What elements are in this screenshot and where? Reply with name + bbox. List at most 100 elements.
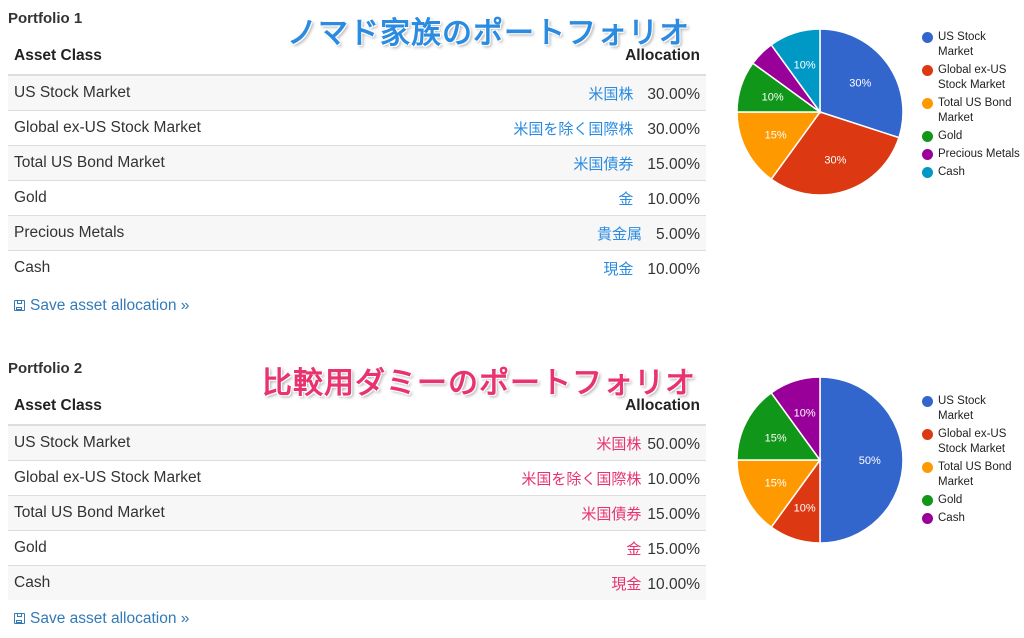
save-asset-allocation-link[interactable]: Save asset allocation » (14, 610, 189, 628)
japanese-annotation: 現金 (603, 259, 634, 278)
allocation-cell: 現金 10.00% (364, 565, 706, 600)
legend-swatch-icon (922, 495, 933, 506)
allocation-value: 15.00% (647, 540, 700, 558)
legend-swatch-icon (922, 429, 933, 440)
slice-label: 30% (849, 78, 871, 90)
slice-label: 15% (765, 432, 787, 444)
table-row: Total US Bond Market 米国債券 15.00% (8, 495, 706, 531)
table-row: US Stock Market 米国株 50.00% (8, 424, 706, 461)
table-header-row: Asset Class Allocation (8, 38, 706, 76)
allocation-cell: 米国株 30.00% (357, 74, 706, 111)
pie-chart: 50% 10% 15% 15% 10% (736, 376, 904, 544)
slice-label: 30% (824, 154, 846, 166)
legend-item: Total US Bond Market (922, 460, 1022, 490)
legend-item: Gold (922, 129, 1022, 144)
japanese-annotation: 金 (626, 539, 642, 558)
table-row: US Stock Market 米国株 30.00% (8, 74, 706, 111)
legend-swatch-icon (922, 462, 933, 473)
asset-name: Precious Metals (8, 215, 358, 251)
allocation-table: Asset Class Allocation US Stock Market 米国… (8, 38, 706, 285)
allocation-cell: 金 10.00% (357, 180, 706, 216)
asset-name: US Stock Market (8, 74, 358, 111)
table-row: Precious Metals 貴金属 5.00% (8, 215, 706, 251)
save-asset-allocation-link[interactable]: Save asset allocation » (14, 297, 189, 315)
allocation-value: 10.00% (647, 260, 700, 278)
allocation-value: 10.00% (647, 575, 700, 593)
legend-item: Cash (922, 511, 1022, 526)
portfolio-title: Portfolio 2 (8, 360, 83, 377)
asset-name: Gold (8, 180, 358, 216)
japanese-annotation: 米国を除く国際株 (513, 119, 634, 138)
legend-item: Total US Bond Market (922, 96, 1022, 126)
allocation-value: 15.00% (647, 505, 700, 523)
asset-name: Total US Bond Market (8, 495, 365, 531)
slice-label: 10% (794, 408, 816, 420)
legend-label: Total US Bond Market (938, 461, 1012, 488)
legend-swatch-icon (922, 98, 933, 109)
allocation-cell: 米国債券 15.00% (364, 495, 706, 531)
slice-label: 10% (794, 502, 816, 514)
legend-label: Global ex-US Stock Market (938, 64, 1007, 91)
table-row: Cash 現金 10.00% (8, 250, 706, 285)
legend-swatch-icon (922, 513, 933, 524)
legend-item: Cash (922, 165, 1022, 180)
legend-label: Cash (938, 166, 965, 178)
allocation-value: 10.00% (647, 470, 700, 488)
floppy-disk-icon (14, 613, 25, 624)
allocation-cell: 米国を除く国際株 10.00% (364, 460, 706, 496)
japanese-annotation: 米国を除く国際株 (521, 469, 642, 488)
japanese-annotation: 米国債券 (573, 154, 634, 173)
table-row: Global ex-US Stock Market 米国を除く国際株 30.00% (8, 110, 706, 146)
asset-class-header: Asset Class (8, 388, 365, 426)
allocation-cell: 金 15.00% (364, 530, 706, 566)
slice-label: 10% (762, 92, 784, 104)
slice-label: 15% (765, 478, 787, 490)
japanese-annotation: 貴金属 (597, 224, 643, 243)
allocation-cell: 米国株 50.00% (364, 424, 706, 461)
legend-item: US Stock Market (922, 394, 1022, 424)
asset-class-header: Asset Class (8, 38, 358, 76)
legend-item: Precious Metals (922, 147, 1022, 162)
pie-chart: 30% 30% 15% 10% 10% (736, 28, 904, 196)
legend-label: US Stock Market (938, 395, 986, 422)
table-row: Total US Bond Market 米国債券 15.00% (8, 145, 706, 181)
table-row: Cash 現金 10.00% (8, 565, 706, 600)
save-link-label: Save asset allocation » (30, 297, 190, 314)
table-body: US Stock Market 米国株 50.00% Global ex-US Sto… (8, 424, 706, 600)
allocation-value: 30.00% (647, 85, 700, 103)
asset-name: Cash (8, 565, 365, 600)
allocation-cell: 貴金属 5.00% (357, 215, 706, 251)
asset-name: Cash (8, 250, 358, 285)
chart-legend: US Stock Market Global ex-US Stock Market… (922, 30, 1022, 183)
allocation-cell: 米国債券 15.00% (357, 145, 706, 181)
asset-name: Global ex-US Stock Market (8, 460, 365, 496)
allocation-value: 10.00% (647, 190, 700, 208)
table-row: Gold 金 15.00% (8, 530, 706, 566)
chart-legend: US Stock Market Global ex-US Stock Market… (922, 394, 1022, 529)
asset-name: US Stock Market (8, 424, 365, 461)
allocation-value: 50.00% (647, 435, 700, 453)
allocation-header: Allocation (364, 388, 706, 426)
legend-label: Global ex-US Stock Market (938, 428, 1007, 455)
legend-item: US Stock Market (922, 30, 1022, 60)
floppy-disk-icon (14, 300, 25, 311)
legend-swatch-icon (922, 396, 933, 407)
legend-item: Global ex-US Stock Market (922, 63, 1022, 93)
portfolio-title: Portfolio 1 (8, 10, 83, 27)
table-row: Gold 金 10.00% (8, 180, 706, 216)
allocation-cell: 米国を除く国際株 30.00% (357, 110, 706, 146)
allocation-cell: 現金 10.00% (357, 250, 706, 285)
legend-label: Gold (938, 494, 963, 506)
legend-swatch-icon (922, 65, 933, 76)
legend-swatch-icon (922, 131, 933, 142)
asset-name: Total US Bond Market (8, 145, 358, 181)
slice-label: 50% (859, 455, 881, 467)
japanese-annotation: 米国株 (596, 434, 642, 453)
allocation-value: 30.00% (647, 120, 700, 138)
table-row: Global ex-US Stock Market 米国を除く国際株 10.00% (8, 460, 706, 496)
legend-label: Precious Metals (938, 148, 1020, 160)
table-header-row: Asset Class Allocation (8, 388, 706, 426)
slice-label: 15% (765, 130, 787, 142)
japanese-annotation: 金 (618, 189, 634, 208)
japanese-annotation: 現金 (611, 574, 642, 593)
